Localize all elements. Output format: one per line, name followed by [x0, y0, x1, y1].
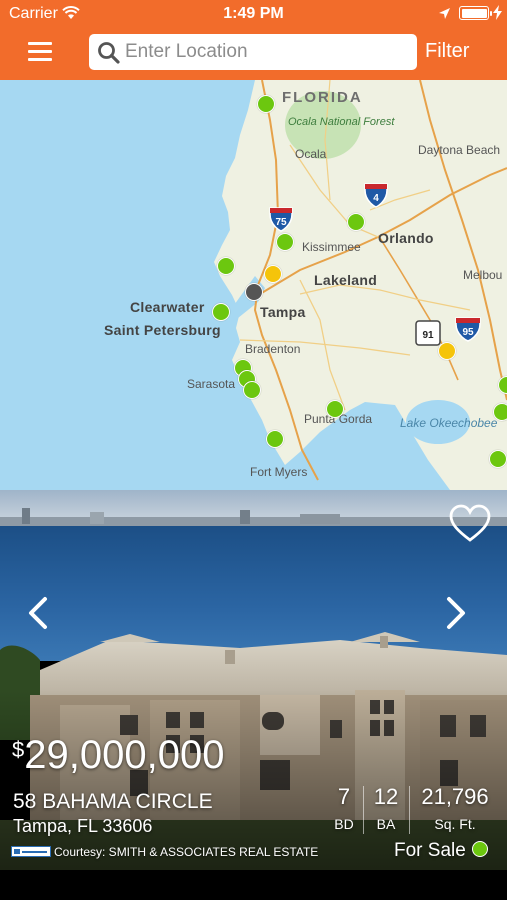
chevron-right-icon[interactable] — [444, 596, 468, 635]
listing-status: For Sale — [394, 840, 488, 862]
search-box[interactable] — [89, 34, 417, 70]
sqft-value: 21,796 — [421, 784, 489, 809]
menu-icon[interactable] — [28, 42, 52, 62]
map-pin-selected[interactable] — [245, 283, 263, 301]
map-pin[interactable] — [347, 213, 365, 231]
battery-icon — [459, 6, 492, 20]
map-pin[interactable] — [266, 430, 284, 448]
listing-address: 58 BAHAMA CIRCLE — [13, 790, 213, 813]
status-time: 1:49 PM — [223, 5, 284, 22]
sqft-stat: 21,796 Sq. Ft. — [414, 784, 496, 832]
stat-divider — [363, 786, 364, 834]
search-icon — [97, 41, 121, 70]
map-pin[interactable] — [217, 257, 235, 275]
map-label-city: Sarasota — [187, 377, 236, 391]
listing-price: $29,000,000 — [12, 733, 224, 778]
mls-logo-icon — [11, 846, 51, 858]
map-label-city: Orlando — [378, 230, 434, 246]
beds-value: 7 — [337, 784, 351, 809]
status-dot-icon — [471, 840, 488, 857]
filter-button[interactable]: Filter — [425, 40, 469, 63]
map-label-city: Ocala — [295, 147, 327, 161]
listing-city-state: Tampa, FL 33606 — [13, 816, 153, 836]
baths-label: BA — [376, 816, 396, 832]
map-label-city: Melbou — [463, 268, 503, 282]
bottom-bar — [0, 870, 507, 900]
map-pin[interactable] — [326, 400, 344, 418]
map-pin[interactable] — [264, 265, 282, 283]
favorite-heart-icon[interactable] — [448, 504, 492, 549]
courtesy-row: Courtesy: SMITH & ASSOCIATES REAL ESTATE — [11, 845, 318, 859]
map-pin[interactable] — [276, 233, 294, 251]
svg-text:4: 4 — [373, 193, 379, 204]
map-label-city: Bradenton — [245, 342, 301, 356]
price-value: 29,000,000 — [24, 733, 225, 777]
location-search-input[interactable] — [125, 34, 410, 70]
chevron-left-icon[interactable] — [26, 596, 50, 635]
map-pin[interactable] — [257, 95, 275, 113]
map-label-city: Saint Petersburg — [104, 322, 221, 338]
map-label-state: FLORIDA — [282, 89, 363, 106]
map-label-park: Ocala National Forest — [288, 116, 395, 128]
svg-text:75: 75 — [275, 217, 287, 228]
map-view[interactable]: 75 4 95 91 FLORIDA Ocala National Forest… — [0, 80, 507, 490]
beds-label: BD — [334, 816, 354, 832]
status-bar: Carrier 1:49 PM — [0, 0, 507, 28]
map-label-city: Fort Myers — [250, 465, 308, 479]
map-pin[interactable] — [212, 303, 230, 321]
map-pin[interactable] — [489, 450, 507, 468]
map-label-city: Kissimmee — [302, 240, 361, 254]
map-label-city: Clearwater — [130, 299, 205, 315]
map-label-lake: Lake Okeechobee — [400, 416, 498, 430]
baths-value: 12 — [373, 784, 399, 809]
map-label-city: Lakeland — [314, 272, 378, 288]
currency-symbol: $ — [12, 737, 25, 762]
location-arrow-icon — [438, 7, 451, 25]
listing-card[interactable]: $29,000,000 58 BAHAMA CIRCLE Tampa, FL 3… — [0, 490, 507, 870]
app-header: Carrier 1:49 PM Filter — [0, 0, 507, 80]
status-text: For Sale — [394, 840, 466, 861]
map-pin[interactable] — [438, 342, 456, 360]
map-label-city: Tampa — [260, 304, 306, 320]
beds-stat: 7 BD — [330, 784, 358, 832]
shield-fl91-icon: 91 — [415, 320, 441, 346]
courtesy-text: Courtesy: SMITH & ASSOCIATES REAL ESTATE — [54, 845, 319, 859]
stat-divider — [409, 786, 410, 834]
map-pin[interactable] — [493, 403, 507, 421]
map-label-city: Daytona Beach — [418, 143, 501, 157]
svg-text:95: 95 — [462, 327, 474, 338]
sqft-label: Sq. Ft. — [434, 816, 476, 832]
svg-text:91: 91 — [422, 330, 434, 341]
charging-icon — [493, 5, 502, 25]
map-pin[interactable] — [243, 381, 261, 399]
baths-stat: 12 BA — [370, 784, 402, 832]
